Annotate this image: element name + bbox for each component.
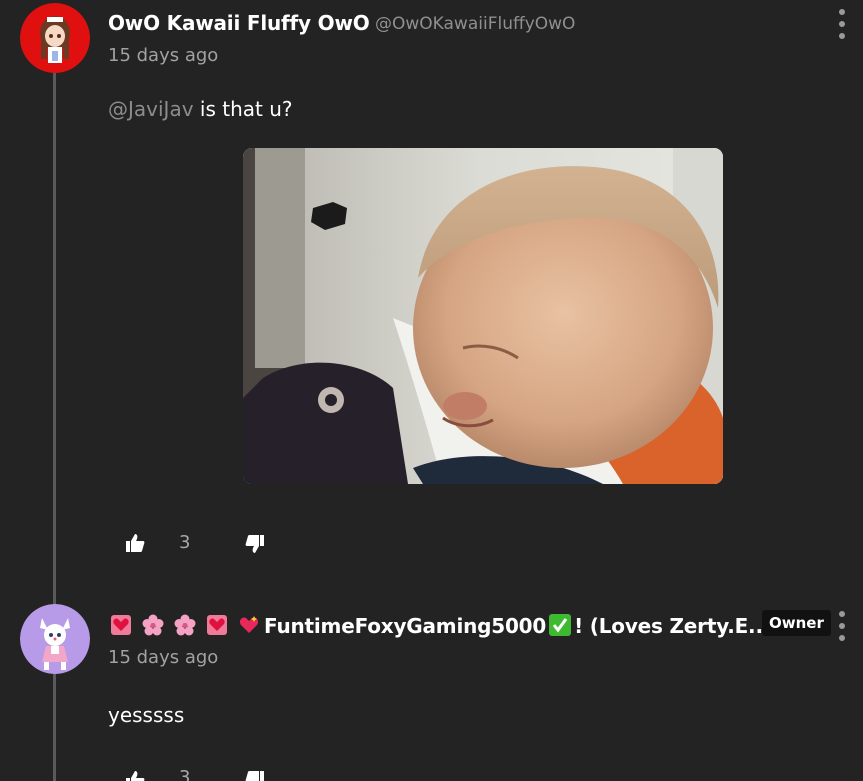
heart-emoji-icon	[110, 614, 132, 636]
comment-body: is that u?	[193, 97, 293, 121]
thumbs-down-icon[interactable]	[245, 534, 265, 554]
user-handle[interactable]: @OwOKawaiiFluffyOwO	[375, 14, 575, 34]
kebab-menu-icon[interactable]	[837, 9, 847, 39]
owner-badge: Owner	[762, 610, 831, 636]
kebab-menu-icon[interactable]	[837, 611, 847, 641]
display-name-text[interactable]: FuntimeFoxyGaming5000	[264, 614, 546, 638]
heart-emoji-icon	[206, 614, 228, 636]
thumbs-up-icon[interactable]	[125, 770, 145, 781]
thumbs-down-icon[interactable]	[245, 770, 265, 781]
timestamp: 15 days ago	[108, 647, 219, 668]
display-name-suffix[interactable]: ! (Loves Zerty.E...	[574, 614, 770, 638]
upvote-count: 3	[179, 767, 191, 781]
check-mark-emoji-icon	[549, 614, 572, 636]
cherry-blossom-emoji-icon	[174, 614, 196, 636]
comment-text: @JaviJav is that u?	[108, 97, 293, 121]
attached-gif[interactable]	[243, 148, 723, 484]
display-name[interactable]: FuntimeFoxyGaming5000 ! (Loves Zerty.E..…	[110, 614, 770, 638]
comments-page: OwO Kawaii Fluffy OwO @OwOKawaiiFluffyOw…	[0, 0, 863, 781]
display-name[interactable]: OwO Kawaii Fluffy OwO	[108, 11, 370, 35]
timestamp: 15 days ago	[108, 45, 219, 66]
thumbs-up-icon[interactable]	[125, 533, 145, 553]
upvote-count: 3	[179, 532, 191, 553]
avatar[interactable]	[20, 3, 90, 73]
comment-body: yesssss	[108, 703, 185, 727]
sparkling-heart-emoji-icon	[238, 614, 260, 636]
cherry-blossom-emoji-icon	[142, 614, 164, 636]
thread-line	[53, 70, 56, 781]
user-mention-link[interactable]: @JaviJav	[108, 97, 194, 121]
avatar[interactable]	[20, 604, 90, 674]
